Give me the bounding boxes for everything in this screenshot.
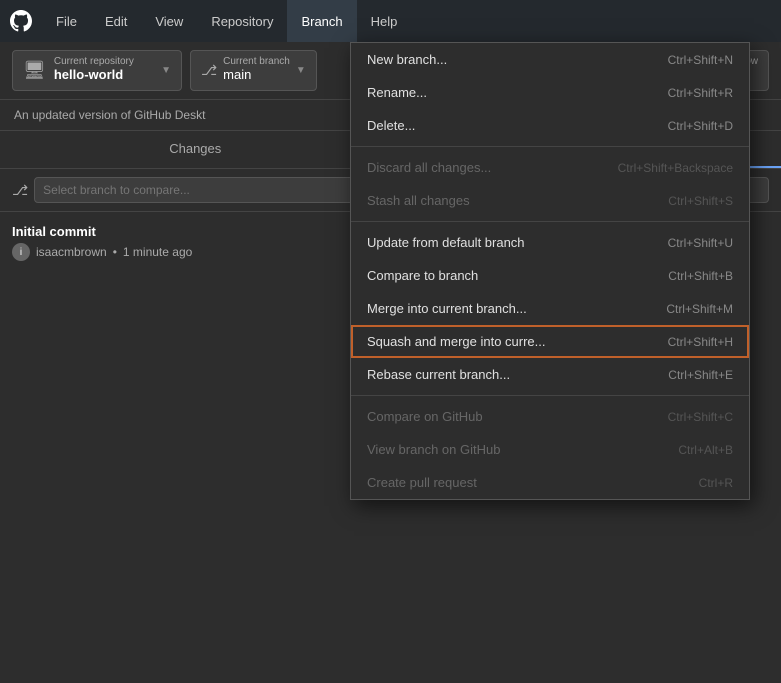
compare-branch-icon: ⎇ [12,182,28,199]
menu-item-new-branch[interactable]: New branch... Ctrl+Shift+N [351,43,749,76]
repo-label: Current repository [54,57,134,67]
title-bar: File Edit View Repository Branch Help [0,0,781,42]
menu-item-label: Compare on GitHub [367,409,483,424]
menu-item-rename[interactable]: Rename... Ctrl+Shift+R [351,76,749,109]
menu-item-label: Stash all changes [367,193,470,208]
github-logo-container [0,0,42,42]
menu-item-label: Rebase current branch... [367,367,510,382]
menu-item-label: New branch... [367,52,447,67]
branch-name: main [223,67,290,84]
menu-item-shortcut: Ctrl+Shift+R [668,86,733,100]
github-icon [10,10,32,32]
chevron-down-icon: ▼ [161,65,171,76]
menu-item-branch[interactable]: Branch [287,0,356,42]
menu-item-label: Update from default branch [367,235,525,250]
menu-item-label: Compare to branch [367,268,478,283]
menu-item-stash-all: Stash all changes Ctrl+Shift+S [351,184,749,217]
branch-label: Current branch [223,57,290,67]
menu-divider [351,395,749,396]
menu-item-label: Discard all changes... [367,160,491,175]
menu-item-view[interactable]: View [141,0,197,42]
tab-changes[interactable]: Changes [0,131,391,168]
menu-item-label: Squash and merge into curre... [367,334,546,349]
branch-info: Current branch main [223,57,290,84]
menu-item-delete[interactable]: Delete... Ctrl+Shift+D [351,109,749,142]
menu-item-merge-current[interactable]: Merge into current branch... Ctrl+Shift+M [351,292,749,325]
menu-item-shortcut: Ctrl+Shift+M [666,302,733,316]
menu-item-shortcut: Ctrl+Shift+D [668,119,733,133]
menu-item-squash-merge[interactable]: Squash and merge into curre... Ctrl+Shift… [351,325,749,358]
chevron-down-icon-branch: ▼ [296,65,306,76]
menu-item-label: Rename... [367,85,427,100]
menu-item-shortcut: Ctrl+R [699,476,733,490]
branch-dropdown-menu: New branch... Ctrl+Shift+N Rename... Ctrl+S… [350,42,750,500]
commit-time: 1 minute ago [123,245,192,259]
menu-item-shortcut: Ctrl+Alt+B [678,443,733,457]
menu-item-compare-github: Compare on GitHub Ctrl+Shift+C [351,400,749,433]
menu-item-file[interactable]: File [42,0,91,42]
menu-divider [351,221,749,222]
menu-item-shortcut: Ctrl+Shift+Backspace [618,161,733,175]
menu-item-shortcut: Ctrl+Shift+C [668,410,733,424]
branch-icon: ⎇ [201,62,217,79]
menu-item-shortcut: Ctrl+Shift+B [668,269,733,283]
menu-item-label: Create pull request [367,475,477,490]
menu-item-shortcut: Ctrl+Shift+E [668,368,733,382]
menu-item-edit[interactable]: Edit [91,0,141,42]
repo-name: hello-world [54,67,134,84]
menu-divider [351,146,749,147]
menu-item-label: Merge into current branch... [367,301,527,316]
menu-item-shortcut: Ctrl+Shift+U [668,236,733,250]
current-branch-button[interactable]: ⎇ Current branch main ▼ [190,50,317,91]
menu-item-create-pr: Create pull request Ctrl+R [351,466,749,499]
menu-item-view-github: View branch on GitHub Ctrl+Alt+B [351,433,749,466]
menu-item-compare-branch[interactable]: Compare to branch Ctrl+Shift+B [351,259,749,292]
menu-item-repository[interactable]: Repository [197,0,287,42]
menu-item-label: Delete... [367,118,415,133]
menu-item-shortcut: Ctrl+Shift+S [668,194,733,208]
menu-item-help[interactable]: Help [357,0,412,42]
avatar: i [12,243,30,261]
menu-item-discard-all: Discard all changes... Ctrl+Shift+Backspa… [351,151,749,184]
repo-info: Current repository hello-world [54,57,134,84]
menu-item-label: View branch on GitHub [367,442,500,457]
commit-author: isaacmbrown [36,245,107,259]
current-repo-button[interactable]: 🖥 Current repository hello-world ▼ [12,50,182,91]
update-text: An updated version of GitHub Deskt [14,108,205,122]
commit-bullet: • [113,245,117,259]
menu-bar: File Edit View Repository Branch Help [42,0,411,42]
monitor-icon: 🖥 [23,60,46,81]
menu-item-shortcut: Ctrl+Shift+H [668,335,733,349]
menu-item-shortcut: Ctrl+Shift+N [668,53,733,67]
menu-item-update-default[interactable]: Update from default branch Ctrl+Shift+U [351,226,749,259]
menu-item-rebase-current[interactable]: Rebase current branch... Ctrl+Shift+E [351,358,749,391]
